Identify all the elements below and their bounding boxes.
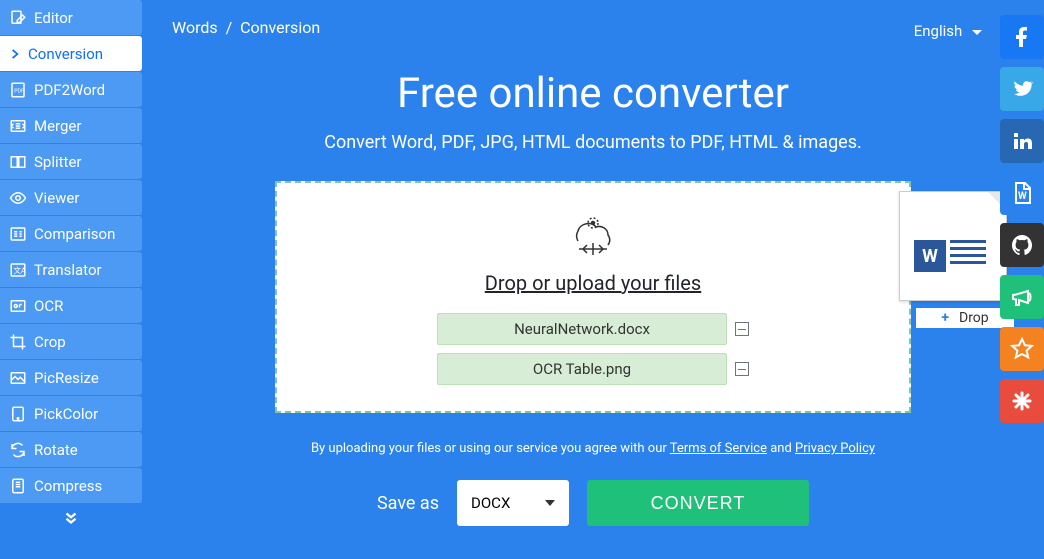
sidebar-item-label: Comparison: [34, 225, 115, 243]
linkedin-icon: [1010, 129, 1034, 153]
sidebar-item-viewer[interactable]: Viewer: [0, 180, 142, 215]
format-select[interactable]: DOCX: [457, 480, 569, 526]
merge-icon: [8, 116, 28, 136]
breadcrumb-root[interactable]: Words: [172, 18, 218, 37]
star-icon: [1010, 337, 1034, 361]
github-icon: [1010, 233, 1034, 257]
bullhorn-icon: [1010, 285, 1034, 309]
sidebar-item-label: PDF2Word: [34, 81, 105, 99]
announce-button[interactable]: [1000, 275, 1044, 319]
facebook-button[interactable]: [1000, 15, 1044, 59]
sidebar-item-label: Compress: [34, 477, 102, 495]
upload-cloud-icon: [563, 211, 623, 261]
translate-icon: 文A: [8, 260, 28, 280]
sidebar-expand-button[interactable]: [0, 509, 142, 532]
twitter-button[interactable]: [1000, 67, 1044, 111]
sidebar-item-label: Merger: [34, 117, 81, 135]
eye-icon: [8, 188, 28, 208]
settings-button[interactable]: [1000, 379, 1044, 423]
sidebar-item-ocr[interactable]: OCR: [0, 288, 142, 323]
sidebar-item-rotate[interactable]: Rotate: [0, 432, 142, 467]
sidebar-item-label: Rotate: [34, 441, 78, 459]
sidebar-item-label: OCR: [34, 297, 63, 315]
file-name: NeuralNetwork.docx: [437, 313, 727, 345]
saveas-label: Save as: [377, 493, 439, 514]
file-row: OCR Table.png: [297, 353, 889, 385]
github-button[interactable]: [1000, 223, 1044, 267]
convert-controls: Save as DOCX CONVERT: [142, 480, 1044, 526]
remove-file-button[interactable]: [735, 362, 749, 376]
doc-lines-icon: [950, 240, 986, 268]
facebook-icon: [1010, 25, 1034, 49]
sidebar-item-label: Translator: [34, 261, 102, 279]
sidebar-item-comparison[interactable]: Comparison: [0, 216, 142, 251]
pdf-icon: PDF: [8, 80, 28, 100]
sidebar-item-label: PicResize: [34, 369, 99, 387]
rotate-icon: [8, 440, 28, 460]
remove-file-button[interactable]: [735, 322, 749, 336]
sidebar-item-compress[interactable]: Compress: [0, 468, 142, 503]
svg-text:文A: 文A: [14, 265, 26, 275]
privacy-link[interactable]: Privacy Policy: [795, 441, 875, 456]
social-rail: W: [1000, 15, 1044, 423]
color-picker-icon: [8, 404, 28, 424]
sidebar-item-label: Splitter: [34, 153, 81, 171]
sidebar-item-label: PickColor: [34, 405, 98, 423]
sidebar-item-pickcolor[interactable]: PickColor: [0, 396, 142, 431]
page-title: Free online converter: [142, 69, 1044, 118]
resize-icon: [8, 368, 28, 388]
asterisk-icon: [1010, 389, 1034, 413]
sidebar-item-pdf2word[interactable]: PDF PDF2Word: [0, 72, 142, 107]
sidebar-item-label: Viewer: [34, 189, 79, 207]
linkedin-button[interactable]: [1000, 119, 1044, 163]
chevron-down-icon: [545, 500, 555, 506]
doc-pencil-icon: [8, 8, 28, 28]
breadcrumb-current: Conversion: [240, 18, 320, 37]
sidebar-item-translator[interactable]: 文A Translator: [0, 252, 142, 287]
chevron-double-down-icon: [62, 509, 80, 527]
split-icon: [8, 152, 28, 172]
drop-upload-label[interactable]: Drop or upload your files: [485, 271, 701, 295]
star-button[interactable]: [1000, 327, 1044, 371]
file-row: NeuralNetwork.docx: [297, 313, 889, 345]
agreement-text: By uploading your files or using our ser…: [142, 441, 1044, 456]
svg-text:W: W: [1018, 191, 1027, 202]
word-doc-icon: W: [1010, 181, 1034, 205]
word-icon: W: [914, 240, 946, 272]
crop-icon: [8, 332, 28, 352]
plus-icon: +: [941, 310, 949, 326]
main-content: Words / Conversion English Free online c…: [142, 0, 1044, 559]
breadcrumb: Words / Conversion: [142, 18, 1044, 37]
ocr-icon: [8, 296, 28, 316]
sidebar: Editor Conversion PDF PDF2Word Merger Sp…: [0, 0, 142, 559]
sidebar-item-splitter[interactable]: Splitter: [0, 144, 142, 179]
twitter-icon: [1010, 77, 1034, 101]
svg-text:PDF: PDF: [14, 88, 24, 94]
compress-icon: [8, 476, 28, 496]
sidebar-item-label: Editor: [34, 9, 73, 27]
sidebar-item-label: Conversion: [28, 45, 103, 63]
sidebar-item-crop[interactable]: Crop: [0, 324, 142, 359]
convert-button[interactable]: CONVERT: [587, 480, 809, 526]
sidebar-item-picresize[interactable]: PicResize: [0, 360, 142, 395]
page-subtitle: Convert Word, PDF, JPG, HTML documents t…: [142, 132, 1044, 153]
arrow-right-icon: [8, 47, 22, 61]
compare-icon: [8, 224, 28, 244]
file-thumbnail[interactable]: W: [899, 191, 1007, 301]
file-dropzone[interactable]: Drop or upload your files NeuralNetwork.…: [275, 181, 911, 413]
language-selector[interactable]: English: [914, 22, 982, 40]
word-doc-button[interactable]: W: [1000, 171, 1044, 215]
sidebar-item-editor[interactable]: Editor: [0, 0, 142, 35]
sidebar-item-conversion[interactable]: Conversion: [0, 36, 142, 71]
sidebar-item-merger[interactable]: Merger: [0, 108, 142, 143]
sidebar-item-label: Crop: [34, 333, 66, 351]
file-name: OCR Table.png: [437, 353, 727, 385]
tos-link[interactable]: Terms of Service: [670, 441, 767, 456]
